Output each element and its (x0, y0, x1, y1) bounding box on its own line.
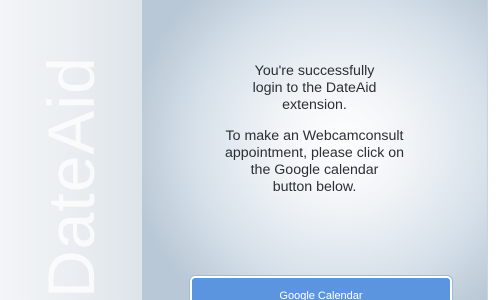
brand-watermark: DateAid (34, 56, 108, 298)
brand-sidebar: DateAid (0, 0, 142, 300)
instruction-line: appointment, please click on (224, 145, 405, 161)
main-content-panel: You're successfully login to the DateAid… (142, 0, 487, 300)
success-message: You're successfully login to the DateAid… (142, 63, 487, 114)
calendar-instructions: To make an Webcamconsult appointment, pl… (142, 128, 487, 196)
popup-right-edge (487, 0, 500, 300)
instruction-line: button below. (272, 179, 357, 195)
instruction-line: To make an Webcamconsult (225, 128, 404, 144)
success-message-line: login to the DateAid (252, 80, 377, 96)
dateaid-extension-popup: DateAid You're successfully login to the… (0, 0, 500, 300)
success-message-line: extension. (282, 97, 347, 113)
instruction-line: the Google calendar (250, 162, 379, 178)
google-calendar-button-label: Google Calendar (279, 290, 363, 300)
google-calendar-button[interactable]: Google Calendar (190, 276, 452, 300)
success-message-line: You're successfully (254, 63, 375, 79)
